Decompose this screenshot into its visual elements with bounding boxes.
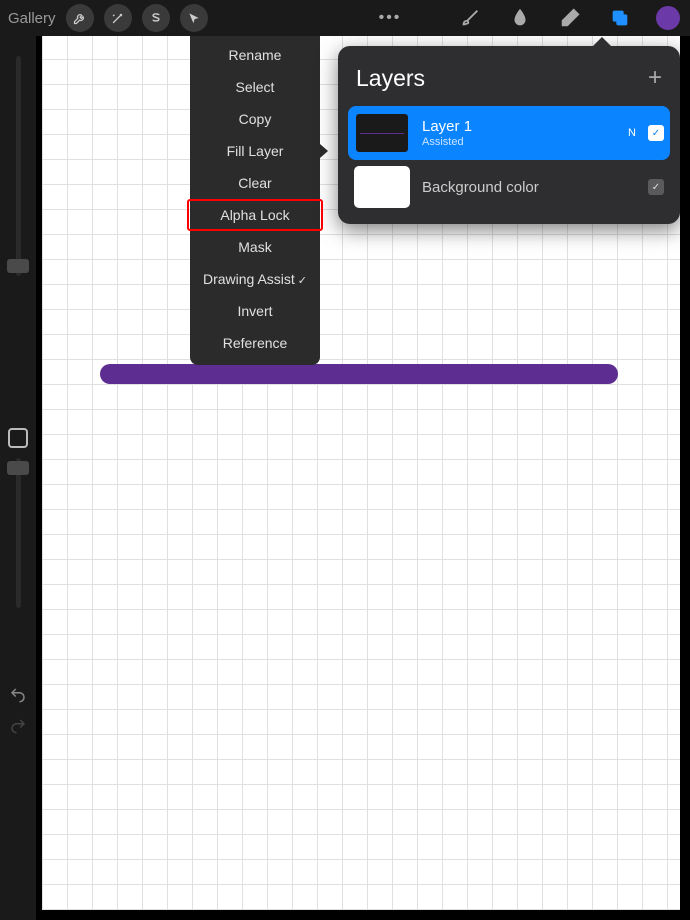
- add-layer-button[interactable]: +: [648, 64, 662, 92]
- menu-item-rename[interactable]: Rename: [190, 39, 320, 71]
- canvas-stroke: [100, 364, 618, 384]
- menu-item-drawing-assist[interactable]: Drawing Assist✓: [190, 263, 320, 295]
- transform-arrow-icon[interactable]: [180, 4, 208, 32]
- opacity-slider[interactable]: [16, 458, 21, 608]
- gallery-button[interactable]: Gallery: [8, 10, 56, 27]
- menu-item-copy[interactable]: Copy: [190, 103, 320, 135]
- menu-item-invert[interactable]: Invert: [190, 295, 320, 327]
- adjustments-wand-icon[interactable]: [104, 4, 132, 32]
- layer-context-menu: Rename Select Copy Fill Layer Clear Alph…: [190, 36, 320, 365]
- panel-pointer-icon: [592, 37, 612, 47]
- layer-subtitle-label: Assisted: [422, 136, 616, 148]
- menu-item-fill-layer[interactable]: Fill Layer: [190, 135, 320, 167]
- color-swatch[interactable]: [656, 6, 680, 30]
- menu-item-clear[interactable]: Clear: [190, 167, 320, 199]
- menu-item-reference[interactable]: Reference: [190, 327, 320, 359]
- eraser-tool-icon[interactable]: [554, 4, 586, 32]
- more-ellipsis-icon[interactable]: •••: [374, 4, 406, 32]
- blend-mode-letter[interactable]: N: [628, 127, 636, 139]
- left-sidebar: [0, 36, 36, 920]
- undo-icon[interactable]: [9, 686, 27, 709]
- layers-panel: Layers + Layer 1 Assisted N ✓ Background…: [338, 46, 680, 224]
- selection-s-icon[interactable]: [142, 4, 170, 32]
- smudge-tool-icon[interactable]: [504, 4, 536, 32]
- layer-thumbnail[interactable]: [354, 112, 410, 154]
- menu-pointer-icon: [320, 144, 328, 158]
- menu-item-alpha-lock[interactable]: Alpha Lock: [187, 199, 323, 231]
- layer-thumbnail[interactable]: [354, 166, 410, 208]
- layers-title: Layers: [356, 65, 425, 92]
- layer-row[interactable]: Background color ✓: [348, 160, 670, 214]
- brush-size-slider[interactable]: [16, 56, 21, 276]
- menu-item-mask[interactable]: Mask: [190, 231, 320, 263]
- layers-tool-icon[interactable]: [604, 4, 636, 32]
- layer-name-label: Layer 1: [422, 118, 616, 135]
- thumbnail-content: [360, 133, 404, 134]
- topbar: Gallery •••: [0, 0, 690, 36]
- layer-name-label: Background color: [422, 179, 636, 196]
- modify-button[interactable]: [8, 428, 28, 448]
- redo-icon[interactable]: [9, 717, 27, 740]
- layer-visibility-checkbox[interactable]: ✓: [648, 179, 664, 195]
- brush-tool-icon[interactable]: [454, 4, 486, 32]
- layer-row[interactable]: Layer 1 Assisted N ✓: [348, 106, 670, 160]
- layer-visibility-checkbox[interactable]: ✓: [648, 125, 664, 141]
- brush-size-knob[interactable]: [7, 259, 29, 273]
- actions-wrench-icon[interactable]: [66, 4, 94, 32]
- menu-item-select[interactable]: Select: [190, 71, 320, 103]
- opacity-knob[interactable]: [7, 461, 29, 475]
- check-icon: ✓: [298, 275, 307, 287]
